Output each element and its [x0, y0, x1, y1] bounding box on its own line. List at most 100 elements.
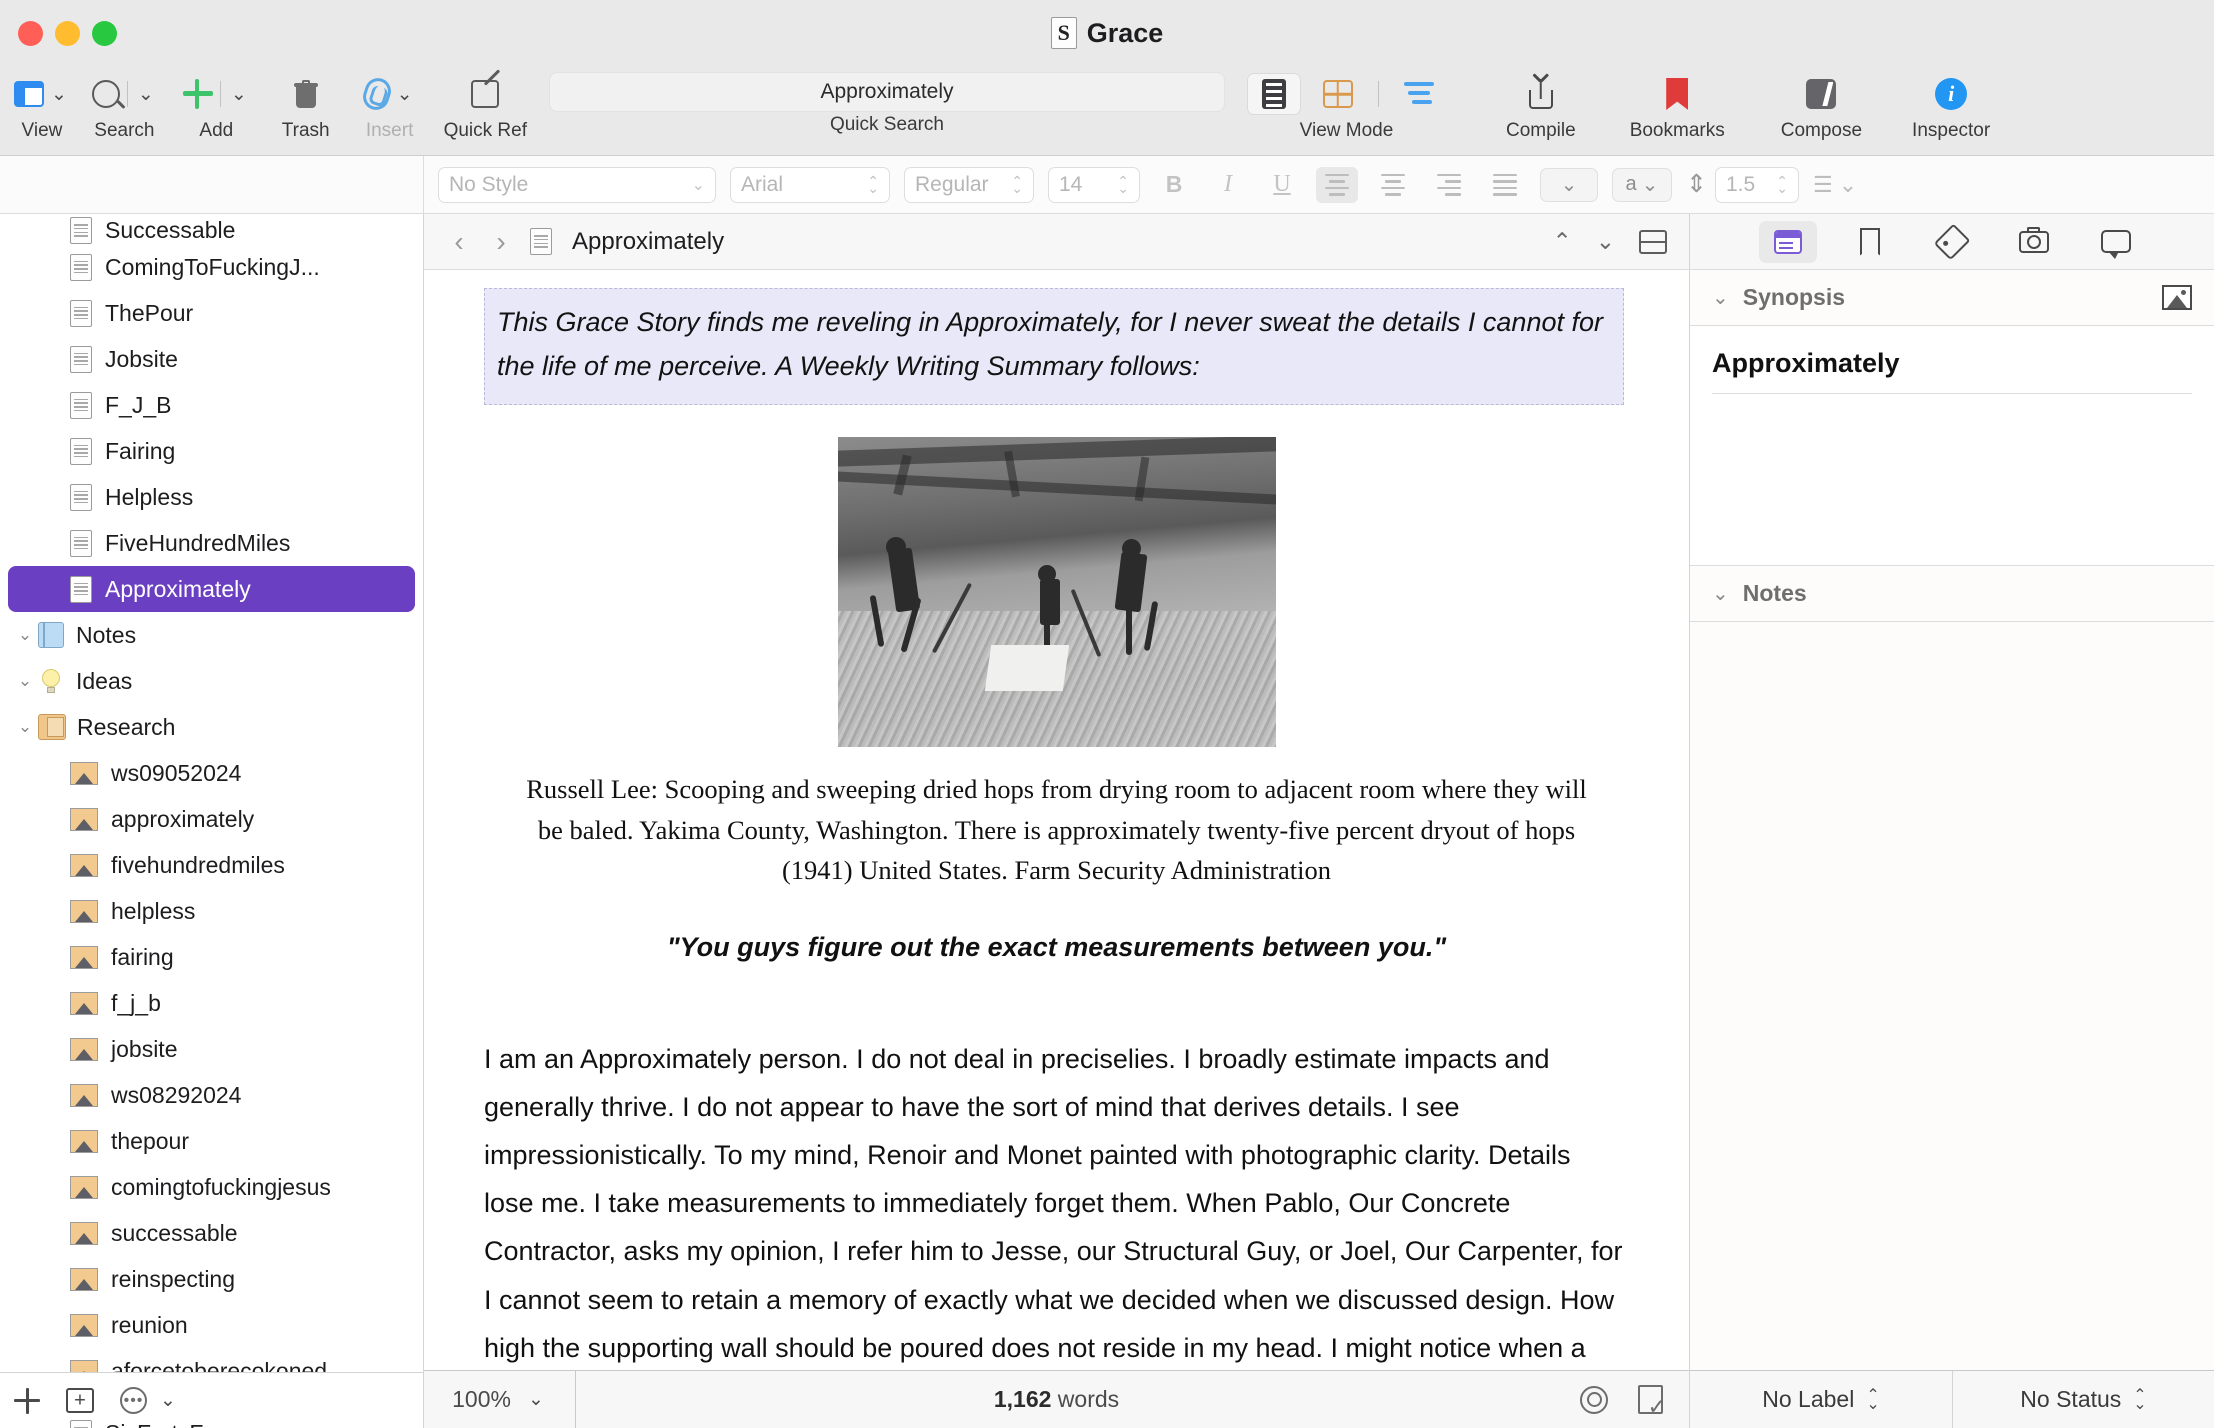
- synopsis-body[interactable]: Approximately: [1690, 326, 2214, 566]
- search-icon[interactable]: [91, 80, 120, 108]
- document-inline-image[interactable]: [837, 437, 1276, 748]
- binder-item[interactable]: FiveHundredMiles: [8, 520, 415, 566]
- document-body-text[interactable]: I am an Approximately person. I do not d…: [484, 1035, 1624, 1370]
- document-check-icon[interactable]: [1638, 1385, 1666, 1418]
- binder-item[interactable]: Approximately: [8, 566, 415, 612]
- binder-item[interactable]: ws08292024: [8, 1072, 415, 1118]
- binder-item[interactable]: ThePour: [8, 290, 415, 336]
- compose-fullscreen-icon[interactable]: [1806, 79, 1837, 109]
- editor-next-doc-button[interactable]: ⌄: [1596, 228, 1615, 255]
- document-intro-highlight[interactable]: This Grace Story finds me reveling in Ap…: [484, 288, 1624, 406]
- notes-body-field[interactable]: [1690, 622, 2214, 1370]
- toolbar-group-add[interactable]: ⌄ Add: [182, 66, 250, 142]
- toolbar-group-view[interactable]: ⌄ View: [14, 66, 70, 142]
- inspector-tab-metadata[interactable]: [1923, 221, 1981, 263]
- insert-chevron-down-icon[interactable]: ⌄: [394, 85, 416, 104]
- toolbar-group-compile[interactable]: Compile: [1506, 66, 1576, 142]
- binder-item[interactable]: fivehundredmiles: [8, 842, 415, 888]
- text-color-button[interactable]: a ⌄: [1612, 167, 1672, 202]
- split-view-icon[interactable]: [1639, 229, 1667, 254]
- align-justify-button[interactable]: [1484, 167, 1526, 203]
- binder-item[interactable]: ⌄ Research: [8, 704, 415, 750]
- binder-item[interactable]: Fairing: [8, 428, 415, 474]
- synopsis-title-field[interactable]: Approximately: [1712, 348, 2192, 394]
- editor-text-area[interactable]: This Grace Story finds me reveling in Ap…: [424, 270, 1689, 1370]
- binder-item[interactable]: reinspecting: [8, 1256, 415, 1302]
- font-family-select[interactable]: Arial ⌃ ⌄: [730, 166, 890, 203]
- font-weight-select[interactable]: Regular ⌃ ⌄: [904, 166, 1034, 203]
- binder-item[interactable]: ws09052024: [8, 750, 415, 796]
- search-chevron-down-icon[interactable]: ⌄: [135, 85, 157, 104]
- quick-search-group[interactable]: Approximately Quick Search: [548, 66, 1225, 136]
- add-chevron-down-icon[interactable]: ⌄: [228, 85, 250, 104]
- line-spacing-stepper[interactable]: 1.5 ⌃ ⌄: [1714, 166, 1799, 203]
- inspector-tab-snapshots[interactable]: [2005, 221, 2063, 263]
- chevron-down-icon[interactable]: ⌄: [1712, 581, 1729, 606]
- editor-back-button[interactable]: ‹: [446, 226, 472, 258]
- inspector-tab-notes-card[interactable]: [1759, 220, 1817, 263]
- binder-item[interactable]: aforcetoberecokoned...: [8, 1348, 415, 1372]
- binder-item[interactable]: ComingToFuckingJ...: [8, 244, 415, 290]
- inspector-tab-comments[interactable]: [2087, 221, 2145, 263]
- toolbar-group-compose[interactable]: Compose: [1781, 66, 1862, 142]
- quick-search-input[interactable]: Approximately: [548, 72, 1225, 112]
- toolbar-group-quick-ref[interactable]: Quick Ref: [444, 66, 527, 142]
- disclosure-triangle-icon[interactable]: ⌄: [12, 717, 38, 737]
- underline-button[interactable]: U: [1262, 167, 1302, 203]
- disclosure-triangle-icon[interactable]: ⌄: [12, 671, 38, 691]
- binder-item[interactable]: jobsite: [8, 1026, 415, 1072]
- status-select[interactable]: No Status ⌃ ⌄: [1952, 1371, 2214, 1428]
- binder-item[interactable]: thepour: [8, 1118, 415, 1164]
- toolbar-group-trash[interactable]: Trash: [282, 66, 330, 142]
- toolbar-group-insert[interactable]: ⌄ Insert: [359, 66, 416, 142]
- editor-forward-button[interactable]: ›: [488, 226, 514, 258]
- disclosure-triangle-icon[interactable]: ⌄: [12, 625, 38, 645]
- list-style-button[interactable]: ☰ ⌄: [1813, 172, 1857, 198]
- line-spacing-group[interactable]: ⇕ 1.5 ⌃ ⌄: [1686, 166, 1799, 203]
- binder-item[interactable]: Helpless: [8, 474, 415, 520]
- synopsis-image-icon[interactable]: [2162, 285, 2192, 310]
- view-mode-corkboard-button[interactable]: [1311, 73, 1365, 115]
- binder-item[interactable]: Successable: [8, 214, 415, 244]
- synopsis-section-header[interactable]: ⌄ Synopsis: [1690, 270, 2214, 326]
- inspector-tab-bookmarks[interactable]: [1841, 221, 1899, 263]
- label-select[interactable]: No Label ⌃ ⌄: [1690, 1371, 1952, 1428]
- notes-section-header[interactable]: ⌄ Notes: [1690, 566, 2214, 622]
- binder-item[interactable]: reunion: [8, 1302, 415, 1348]
- toolbar-group-inspector[interactable]: i Inspector: [1912, 66, 1990, 142]
- paragraph-style-select[interactable]: No Style ⌄: [438, 166, 716, 203]
- binder-item[interactable]: fairing: [8, 934, 415, 980]
- font-size-stepper[interactable]: 14 ⌃ ⌄: [1048, 166, 1140, 203]
- binder-item[interactable]: f_j_b: [8, 980, 415, 1026]
- share-export-icon[interactable]: [1528, 79, 1553, 109]
- info-icon[interactable]: i: [1935, 78, 1968, 110]
- view-mode-scrivenings-button[interactable]: [1246, 73, 1301, 115]
- plus-icon[interactable]: [182, 79, 213, 109]
- paperclip-icon[interactable]: [359, 74, 394, 114]
- align-left-button[interactable]: [1316, 166, 1358, 203]
- editor-previous-doc-button[interactable]: ⌃: [1552, 228, 1571, 255]
- binder-list[interactable]: Successable ComingToFuckingJ... ThePour Job…: [0, 214, 423, 1372]
- binder-item[interactable]: ⌄ Notes: [8, 612, 415, 658]
- binder-item[interactable]: approximately: [8, 796, 415, 842]
- bold-button[interactable]: B: [1154, 167, 1194, 203]
- align-right-button[interactable]: [1428, 167, 1470, 203]
- view-chevron-down-icon[interactable]: ⌄: [48, 85, 70, 104]
- binder-item[interactable]: comingtofuckingjesus: [8, 1164, 415, 1210]
- toolbar-group-search[interactable]: ⌄ Search: [91, 66, 157, 142]
- trash-icon[interactable]: [293, 80, 318, 108]
- chevron-down-icon[interactable]: ⌄: [1712, 285, 1729, 310]
- bookmark-icon[interactable]: [1666, 78, 1689, 110]
- view-mode-outline-button[interactable]: [1392, 73, 1446, 115]
- toolbar-group-bookmarks[interactable]: Bookmarks: [1630, 66, 1725, 142]
- binder-item[interactable]: F_J_B: [8, 382, 415, 428]
- highlight-color-button[interactable]: ⌄: [1540, 167, 1598, 202]
- binder-item[interactable]: helpless: [8, 888, 415, 934]
- toolbar-group-view-mode[interactable]: View Mode: [1246, 66, 1446, 142]
- binder-item[interactable]: successable: [8, 1210, 415, 1256]
- binder-item[interactable]: ⌄ Ideas: [8, 658, 415, 704]
- binder-item[interactable]: Jobsite: [8, 336, 415, 382]
- align-center-button[interactable]: [1372, 167, 1414, 203]
- italic-button[interactable]: I: [1208, 167, 1248, 203]
- quick-reference-icon[interactable]: [471, 80, 500, 108]
